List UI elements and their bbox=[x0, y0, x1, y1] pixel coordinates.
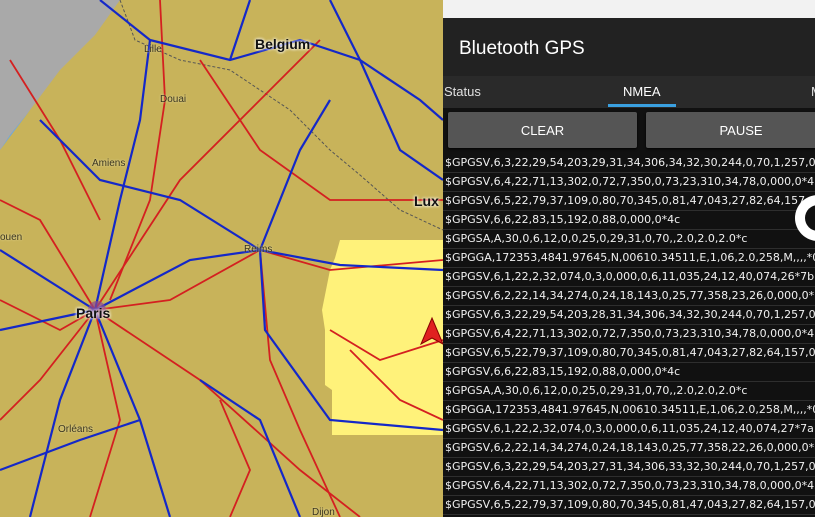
nmea-line: $GPGSV,6,3,22,29,54,203,29,31,34,306,34,… bbox=[443, 154, 815, 173]
system-bar bbox=[443, 0, 815, 18]
nmea-line: $GPGSV,6,4,22,71,13,302,0,72,7,350,0,73,… bbox=[443, 173, 815, 192]
pause-button[interactable]: PAUSE bbox=[646, 112, 815, 148]
map-canvas[interactable] bbox=[0, 0, 443, 517]
nmea-line: $GPGSV,6,2,22,14,34,274,0,24,18,143,0,25… bbox=[443, 287, 815, 306]
app-title: Bluetooth GPS bbox=[459, 38, 585, 59]
app-bar: Bluetooth GPS bbox=[443, 18, 815, 76]
city-label-dijon: Dijon bbox=[312, 507, 335, 517]
nmea-line: $GPGSV,6,6,22,83,15,192,0,88,0,000,0*4c bbox=[443, 363, 815, 382]
nmea-line: $GPGSV,6,4,22,71,13,302,0,72,7,350,0,73,… bbox=[443, 325, 815, 344]
tab-map[interactable]: M bbox=[811, 84, 815, 99]
nmea-line: $GPGSV,6,5,22,79,37,109,0,80,70,345,0,81… bbox=[443, 192, 815, 211]
nmea-line: $GPGSV,6,5,22,79,37,109,0,80,70,345,0,81… bbox=[443, 344, 815, 363]
tab-status[interactable]: Status bbox=[444, 84, 481, 99]
nmea-line: $GPGSV,6,3,22,29,54,203,28,31,34,306,34,… bbox=[443, 306, 815, 325]
nmea-line: $GPGSA,A,30,0,6,12,0,0,25,0,29,31,0,70,,… bbox=[443, 230, 815, 249]
city-label-amiens: Amiens bbox=[92, 158, 126, 169]
city-label-douai: Douai bbox=[160, 94, 187, 105]
city-label-reims: Reims bbox=[244, 244, 273, 255]
clear-button[interactable]: CLEAR bbox=[448, 112, 637, 148]
nmea-line: $GPGSV,6,1,22,2,32,074,0,3,0,000,0,6,11,… bbox=[443, 268, 815, 287]
city-label-belgium: Belgium bbox=[255, 36, 311, 52]
app-panel: Bluetooth GPS Status NMEA M CLEAR PAUSE … bbox=[443, 0, 815, 517]
city-label-paris: Paris bbox=[76, 305, 111, 321]
nmea-log[interactable]: $GPGSV,6,3,22,29,54,203,29,31,34,306,34,… bbox=[443, 154, 815, 517]
record-icon bbox=[805, 205, 815, 231]
nmea-line: $GPGSV,6,3,22,29,54,203,27,31,34,306,33,… bbox=[443, 458, 815, 477]
nmea-line: $GPGSV,6,4,22,71,13,302,0,72,7,350,0,73,… bbox=[443, 477, 815, 496]
nmea-line: $GPGGA,172353,4841.97645,N,00610.34511,E… bbox=[443, 249, 815, 268]
tab-bar: Status NMEA M bbox=[443, 76, 815, 108]
tab-indicator bbox=[608, 104, 676, 107]
nmea-line: $GPGSV,6,1,22,2,32,074,0,3,0,000,0,6,11,… bbox=[443, 420, 815, 439]
nmea-line: $GPGSA,A,30,0,6,12,0,0,25,0,29,31,0,70,,… bbox=[443, 382, 815, 401]
nmea-line: $GPGSV,6,5,22,79,37,109,0,80,70,345,0,81… bbox=[443, 496, 815, 515]
city-label-lux: Lux bbox=[414, 193, 439, 209]
tab-nmea[interactable]: NMEA bbox=[623, 84, 661, 99]
nmea-line: $GPGGA,172353,4841.97645,N,00610.34511,E… bbox=[443, 401, 815, 420]
city-label-rouen: ouen bbox=[0, 232, 23, 243]
nmea-line: $GPGSV,6,2,22,14,34,274,0,24,18,143,0,25… bbox=[443, 439, 815, 458]
city-label-orleans: Orléans bbox=[58, 424, 94, 435]
nmea-line: $GPGSV,6,6,22,83,15,192,0,88,0,000,0*4c bbox=[443, 211, 815, 230]
city-label-lille: Lille bbox=[144, 44, 162, 55]
map-view[interactable]: Belgium Lille Douai Amiens Reims Paris o… bbox=[0, 0, 443, 517]
